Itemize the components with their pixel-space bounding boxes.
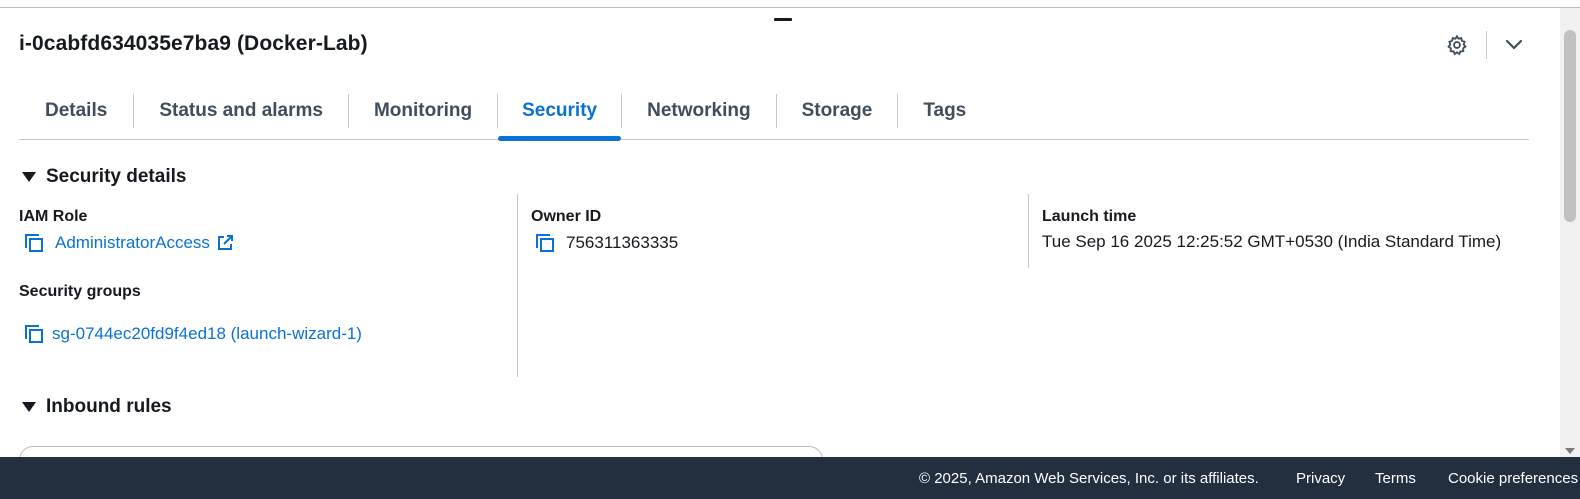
tab-bar: Details Status and alarms Monitoring Sec… [19,82,1529,141]
tab-details[interactable]: Details [19,82,133,139]
collapse-panel-button[interactable] [1499,30,1529,60]
tab-label: Security [522,99,598,121]
panel-resize-handle[interactable] [774,18,792,21]
iam-role-link[interactable]: AdministratorAccess [55,233,210,253]
caret-down-icon [22,402,36,412]
security-group-link[interactable]: sg-0744ec20fd9f4ed18 (launch-wizard-1) [52,324,362,344]
copy-icon[interactable] [23,323,45,345]
launch-time-label: Launch time [1042,208,1137,225]
footer-copyright: © 2025, Amazon Web Services, Inc. or its… [919,470,1259,487]
tab-tags[interactable]: Tags [898,82,991,139]
instance-title: i-0cabfd634035e7ba9 (Docker-Lab) [19,32,368,55]
copy-icon[interactable] [534,232,556,254]
external-link-icon[interactable] [216,234,234,252]
tab-status-and-alarms[interactable]: Status and alarms [134,82,348,139]
tab-storage[interactable]: Storage [777,82,898,139]
security-groups-label: Security groups [19,283,141,300]
owner-id-value: 756311363335 [534,232,678,254]
tab-label: Monitoring [373,99,473,121]
tab-security[interactable]: Security [498,82,622,141]
iam-role-label: IAM Role [19,208,88,225]
gear-icon [1447,34,1467,56]
tab-label: Status and alarms [159,99,323,121]
caret-down-icon [22,172,36,182]
footer-cookie-preferences-link[interactable]: Cookie preferences [1448,470,1578,487]
scroll-down-arrow-icon[interactable] [1565,448,1575,454]
scrollbar-thumb[interactable] [1564,30,1576,222]
owner-id-label: Owner ID [531,208,602,225]
column-divider [517,194,518,377]
section-heading: Security details [46,166,187,187]
launch-time-text: Tue Sep 16 2025 12:25:52 GMT+0530 (India… [1042,232,1502,251]
security-groups-value: sg-0744ec20fd9f4ed18 (launch-wizard-1) [23,323,362,345]
header-actions-divider [1486,31,1487,59]
section-heading: Inbound rules [46,396,172,417]
copy-icon[interactable] [23,232,45,254]
tab-monitoring[interactable]: Monitoring [349,82,497,139]
header-actions [1442,30,1529,60]
iam-role-value: AdministratorAccess [23,232,234,254]
page-footer: © 2025, Amazon Web Services, Inc. or its… [0,457,1580,499]
column-divider [1028,194,1029,268]
security-details-toggle[interactable]: Security details [19,166,186,188]
owner-id-text: 756311363335 [566,233,679,252]
tab-label: Tags [923,99,967,121]
tab-label: Networking [647,99,751,121]
chevron-down-icon [1505,39,1523,50]
tab-networking[interactable]: Networking [622,82,775,139]
tab-label: Storage [801,99,873,121]
settings-button[interactable] [1442,30,1472,60]
footer-terms-link[interactable]: Terms [1375,470,1416,487]
tab-label: Details [45,99,108,121]
vertical-scrollbar[interactable] [1560,8,1580,457]
footer-privacy-link[interactable]: Privacy [1296,470,1345,487]
launch-time-value: Tue Sep 16 2025 12:25:52 GMT+0530 (India… [1042,232,1501,252]
inbound-rules-toggle[interactable]: Inbound rules [19,396,172,418]
panel-top-border [0,7,1580,8]
